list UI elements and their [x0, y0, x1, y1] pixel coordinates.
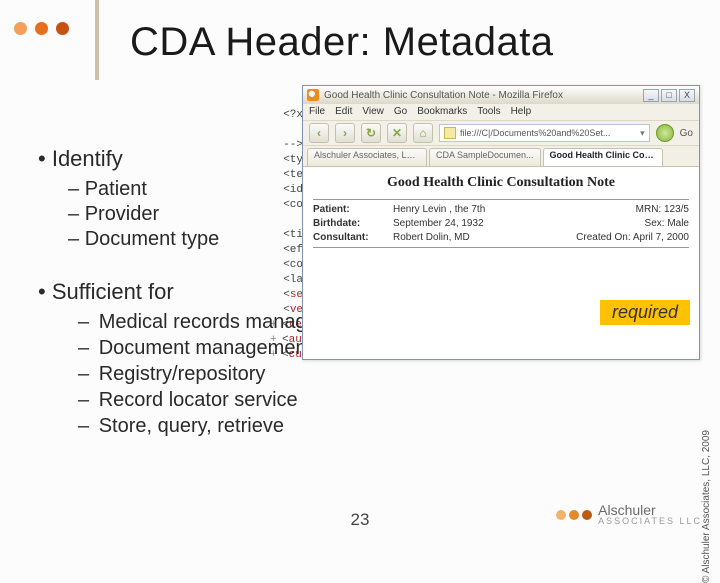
required-badge: required — [600, 300, 690, 325]
chevron-down-icon[interactable]: ▾ — [640, 128, 645, 139]
forward-button[interactable]: › — [335, 123, 355, 143]
tab-goodhealth[interactable]: Good Health Clinic Consulta... — [543, 148, 663, 166]
subitem: Registry/repository — [78, 363, 690, 386]
logo-dots-icon — [556, 510, 592, 520]
browser-menubar: File Edit View Go Bookmarks Tools Help — [303, 104, 699, 120]
menu-file[interactable]: File — [309, 106, 325, 118]
logo-line1: Alschuler — [598, 503, 702, 517]
url-text: file:///C|/Documents%20and%20Set... — [460, 128, 610, 138]
value-patient: Henry Levin , the 7th — [393, 204, 636, 215]
label-consultant: Consultant: — [313, 232, 393, 243]
value-mrn: MRN: 123/5 — [636, 204, 689, 215]
browser-tabs: Alschuler Associates, LLC — sh... CDA Sa… — [303, 146, 699, 166]
stop-button[interactable]: ✕ — [387, 123, 407, 143]
dot-icon — [35, 22, 48, 35]
go-button[interactable] — [656, 124, 674, 142]
url-bar[interactable]: file:///C|/Documents%20and%20Set... ▾ — [439, 124, 650, 142]
window-title: Good Health Clinic Consultation Note - M… — [324, 90, 638, 101]
label-birthdate: Birthdate: — [313, 218, 393, 229]
value-sex: Sex: Male — [645, 218, 689, 229]
page-title: CDA Header: Metadata — [130, 20, 554, 65]
logo-line2: ASSOCIATES LLC — [598, 517, 702, 526]
row-birthdate: Birthdate: September 24, 1932 Sex: Male — [313, 218, 689, 229]
browser-titlebar[interactable]: Good Health Clinic Consultation Note - M… — [303, 86, 699, 104]
subitem: Store, query, retrieve — [78, 415, 690, 438]
dot-icon — [56, 22, 69, 35]
tab-cdasample[interactable]: CDA SampleDocumen... — [429, 148, 541, 166]
doc-heading: Good Health Clinic Consultation Note — [313, 175, 689, 191]
menu-go[interactable]: Go — [394, 106, 407, 118]
slide-theme-dots — [14, 22, 69, 35]
home-button[interactable]: ⌂ — [413, 123, 433, 143]
tab-alschuler[interactable]: Alschuler Associates, LLC — sh... — [307, 148, 427, 166]
reload-button[interactable]: ↻ — [361, 123, 381, 143]
copyright: © Alschuler Associates, LLC, 2009 — [701, 430, 712, 583]
back-button[interactable]: ‹ — [309, 123, 329, 143]
footer-logo: Alschuler ASSOCIATES LLC — [556, 503, 702, 526]
menu-tools[interactable]: Tools — [477, 106, 500, 118]
label-patient: Patient: — [313, 204, 393, 215]
go-label: Go — [680, 128, 693, 139]
menu-bookmarks[interactable]: Bookmarks — [417, 106, 467, 118]
browser-page: Good Health Clinic Consultation Note Pat… — [303, 166, 699, 359]
page-icon — [444, 127, 456, 139]
firefox-icon — [307, 89, 319, 101]
subitem: Record locator service — [78, 389, 690, 412]
menu-edit[interactable]: Edit — [335, 106, 352, 118]
close-button[interactable]: X — [679, 89, 695, 102]
menu-view[interactable]: View — [362, 106, 384, 118]
browser-navbar: ‹ › ↻ ✕ ⌂ file:///C|/Documents%20and%20S… — [303, 120, 699, 146]
value-created: Created On: April 7, 2000 — [576, 232, 689, 243]
value-consultant: Robert Dolin, MD — [393, 232, 576, 243]
minimize-button[interactable]: _ — [643, 89, 659, 102]
dot-icon — [14, 22, 27, 35]
value-birthdate: September 24, 1932 — [393, 218, 645, 229]
menu-help[interactable]: Help — [511, 106, 532, 118]
row-consultant: Consultant: Robert Dolin, MD Created On:… — [313, 232, 689, 243]
row-patient: Patient: Henry Levin , the 7th MRN: 123/… — [313, 204, 689, 215]
vertical-rule — [95, 0, 99, 80]
maximize-button[interactable]: □ — [661, 89, 677, 102]
